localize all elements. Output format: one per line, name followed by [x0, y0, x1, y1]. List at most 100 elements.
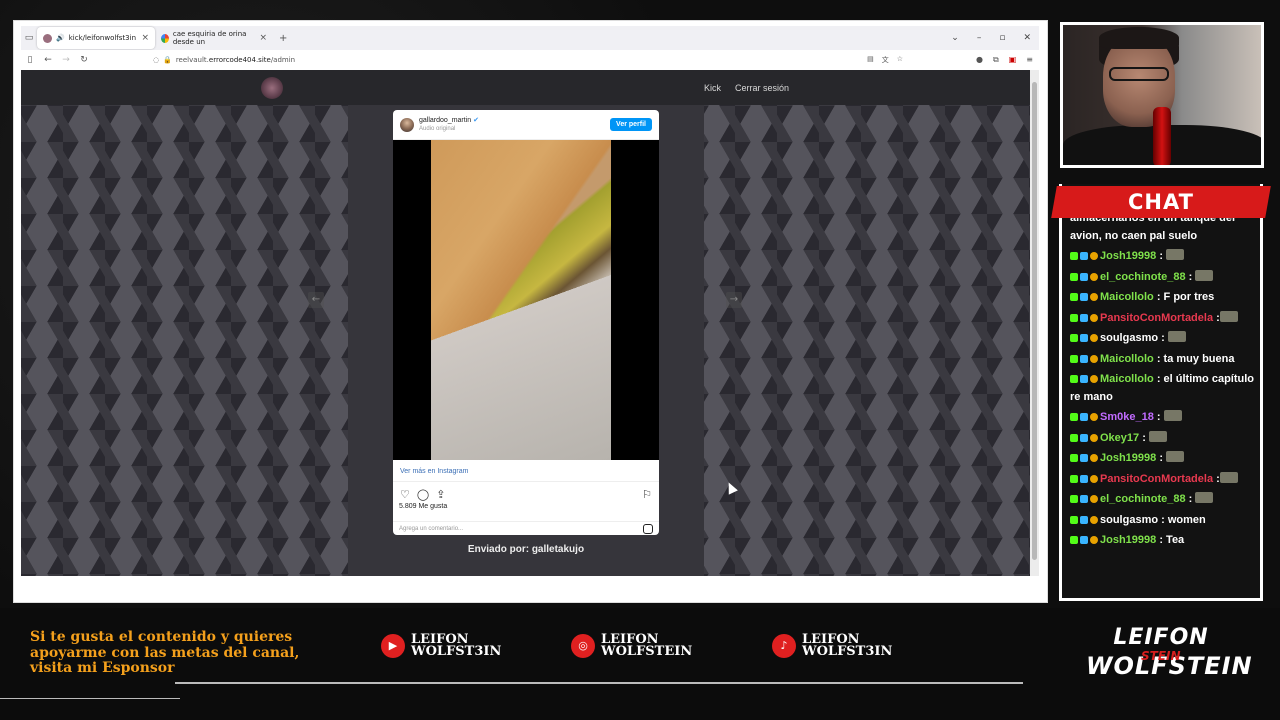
reload-icon[interactable]: ↻: [75, 55, 93, 65]
chat-message: soulgasmo : women: [1070, 512, 1260, 530]
chat-username[interactable]: Josh19998: [1100, 534, 1156, 546]
sidebar-icon[interactable]: ▯: [21, 55, 39, 65]
tab-label: cae esquiria de orina desde un: [172, 30, 247, 46]
chat-badge-icon: [1070, 433, 1078, 442]
close-tab-icon[interactable]: ×: [141, 33, 149, 43]
chat-username[interactable]: el_cochinote_88: [1100, 271, 1186, 283]
account-icon[interactable]: ●: [976, 55, 983, 65]
reader-view-icon[interactable]: ▤: [867, 55, 874, 65]
chat-badge-icon: [1070, 375, 1078, 383]
chat-username[interactable]: Josh19998: [1100, 452, 1156, 464]
chat-text: :: [1185, 270, 1196, 283]
chat-username[interactable]: PansitoConMortadela: [1100, 312, 1213, 324]
youtube-icon: ▶: [381, 634, 405, 658]
share-icon[interactable]: ⇪: [436, 488, 445, 501]
chat-text: : women: [1158, 513, 1206, 526]
tab-list-icon[interactable]: ▭: [21, 33, 37, 43]
view-more-link[interactable]: Ver más en Instagram: [393, 460, 659, 481]
avatar[interactable]: [400, 117, 414, 132]
emote-icon: [1166, 451, 1185, 462]
next-arrow-icon[interactable]: →: [726, 292, 742, 308]
chat-badge-icon: [1080, 495, 1088, 503]
nav-bar: ▯ ← → ↻ ◌ 🔒 reelvault.errorcode404.site/…: [21, 50, 1039, 70]
prev-arrow-icon[interactable]: ←: [308, 292, 324, 308]
chat-username[interactable]: Josh19998: [1100, 250, 1156, 262]
close-window-icon[interactable]: ✕: [1023, 33, 1031, 43]
tab-dropdown-icon[interactable]: ⌄: [951, 33, 959, 43]
chat-text: :: [1156, 452, 1167, 464]
chat-username[interactable]: soulgasmo: [1100, 514, 1158, 526]
chat-username[interactable]: el_cochinote_88: [1100, 493, 1186, 505]
chat-badge-icon: [1080, 433, 1088, 442]
instagram-embed: gallardoo_martin ✔ Audio original Ver pe…: [393, 110, 659, 535]
menu-icon[interactable]: ≡: [1026, 55, 1033, 65]
bookmark-icon[interactable]: ⚐: [642, 488, 652, 501]
new-tab-icon[interactable]: +: [279, 33, 287, 44]
back-icon[interactable]: ←: [39, 55, 57, 65]
address-bar[interactable]: ◌ 🔒 reelvault.errorcode404.site/admin ▤ …: [153, 52, 903, 68]
comment-icon[interactable]: ◯: [417, 488, 429, 501]
chat-username[interactable]: Maicollolo: [1100, 291, 1154, 303]
speaker-icon[interactable]: 🔊: [56, 34, 65, 42]
emote-icon: [1219, 471, 1238, 483]
bookmark-star-icon[interactable]: ☆: [897, 55, 903, 65]
emote-icon: [1195, 269, 1214, 281]
chat-username[interactable]: Okey17: [1100, 432, 1139, 444]
nav-logout-link[interactable]: Cerrar sesión: [735, 83, 789, 93]
action-bar: ♡ ◯ ⇪ ⚐: [393, 482, 659, 503]
chat-username[interactable]: Sm0ke_18: [1100, 411, 1154, 423]
chat-badge-icon: [1090, 313, 1098, 322]
extensions-icon[interactable]: ⧉: [993, 55, 999, 65]
instagram-icon[interactable]: [643, 523, 653, 534]
chat-username[interactable]: Maicollolo: [1100, 373, 1154, 385]
chat-text: : ta muy buena: [1153, 352, 1235, 365]
chat-message: PansitoConMortadela :: [1070, 310, 1260, 328]
chat-badge-icon: [1080, 313, 1088, 322]
chat-badge-icon: [1090, 433, 1098, 442]
emote-icon: [1148, 430, 1167, 442]
chat-badge-icon: [1090, 375, 1098, 383]
username[interactable]: gallardoo_martin ✔ Audio original: [419, 116, 479, 134]
chat-message: el_cochinote_88 :: [1070, 269, 1260, 287]
nav-kick-link[interactable]: Kick: [704, 83, 721, 93]
tab-label: kick/leifonwolfst3in: [68, 34, 137, 42]
chat-badge-icon: [1070, 313, 1078, 322]
chat-badge-icon: [1090, 354, 1098, 363]
chat-text: :: [1158, 332, 1168, 344]
streamer-hair-top: [1099, 27, 1179, 49]
kick-favicon-icon: [43, 33, 52, 43]
footer-divider: [175, 682, 1023, 684]
tab-kick[interactable]: 🔊 kick/leifonwolfst3in ×: [37, 27, 155, 49]
video-player[interactable]: [393, 140, 659, 460]
chat-text: :: [1139, 431, 1149, 444]
chat-message: Josh19998 :: [1070, 450, 1260, 468]
view-profile-button[interactable]: Ver perfil: [610, 118, 652, 131]
chat-message: Josh19998 :: [1070, 248, 1260, 266]
chat-badge-icon: [1090, 334, 1098, 342]
chat-username[interactable]: soulgasmo: [1100, 332, 1158, 344]
google-favicon-icon: [161, 33, 169, 43]
chat-text: :: [1153, 411, 1164, 423]
chat-badge-icon: [1090, 495, 1098, 503]
tab-search[interactable]: cae esquiria de orina desde un ×: [155, 27, 273, 49]
maximize-icon[interactable]: ▫: [999, 33, 1005, 43]
chat-username[interactable]: Maicollolo: [1100, 353, 1154, 365]
addon-icon[interactable]: ▣: [1009, 55, 1017, 65]
translate-icon[interactable]: 文: [882, 55, 889, 65]
chat-username[interactable]: PansitoConMortadela: [1100, 473, 1213, 485]
forward-icon[interactable]: →: [57, 55, 75, 65]
minimize-icon[interactable]: –: [977, 33, 982, 43]
heart-icon[interactable]: ♡: [400, 488, 410, 501]
social-line2: WOLFST3IN: [411, 644, 502, 659]
page-scrollbar[interactable]: [1030, 70, 1039, 576]
chat-message: Sm0ke_18 :: [1070, 409, 1260, 427]
tab-bar: ▭ 🔊 kick/leifonwolfst3in × cae esquiria …: [21, 26, 1039, 50]
chat-badge-icon: [1080, 354, 1088, 363]
site-logo[interactable]: [261, 77, 283, 99]
close-tab-icon[interactable]: ×: [259, 33, 267, 43]
chat-badge-icon: [1070, 495, 1078, 503]
scrollbar-thumb[interactable]: [1032, 82, 1037, 560]
chat-badge-icon: [1090, 293, 1098, 301]
comment-field[interactable]: Agrega un comentario...: [393, 521, 659, 535]
chat-badge-icon: [1070, 252, 1078, 260]
